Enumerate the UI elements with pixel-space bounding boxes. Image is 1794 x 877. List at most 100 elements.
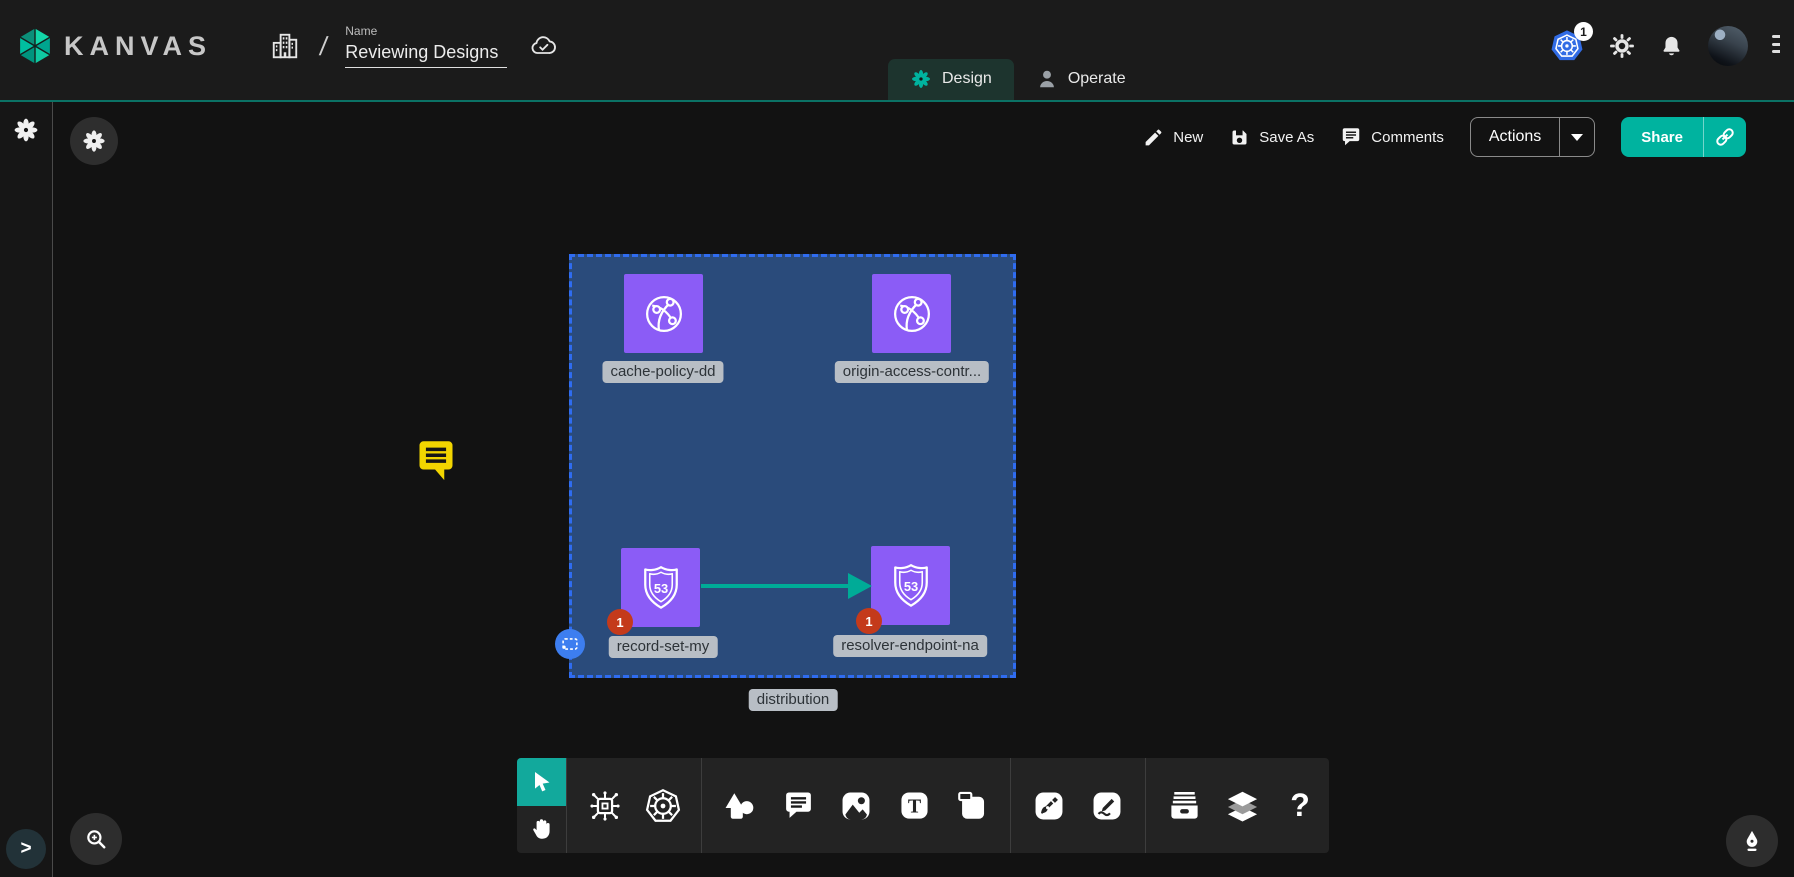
kanvas-logo[interactable]: KANVAS: [14, 25, 212, 67]
meshery-spiral-icon[interactable]: [12, 116, 40, 144]
chevron-right-icon: >: [20, 838, 31, 860]
group-select-handle[interactable]: [555, 629, 585, 659]
shapes-icon: [723, 789, 757, 823]
pen-nib-icon: [1739, 828, 1765, 854]
design-name-field: Name: [345, 24, 507, 68]
layers-icon: [1225, 788, 1260, 823]
design-name-label: Name: [345, 24, 507, 38]
comments-button-label: Comments: [1371, 129, 1444, 146]
new-button[interactable]: New: [1143, 127, 1203, 148]
notifications-bell-icon[interactable]: [1659, 34, 1684, 59]
left-sidebar: >: [0, 102, 53, 877]
operate-tab-icon: [1036, 68, 1058, 90]
kubernetes-wheel-icon: [645, 788, 681, 824]
node-badge-record-set[interactable]: 1: [607, 609, 633, 635]
components-palette-button[interactable]: [70, 117, 118, 165]
edge-arrowhead: [848, 573, 872, 599]
shapes-tool[interactable]: [718, 784, 762, 828]
node-resolver-endpoint[interactable]: [871, 546, 950, 625]
kanvas-logo-icon: [14, 25, 56, 67]
route53-shield-icon: [884, 559, 938, 613]
copy-link-button[interactable]: [1704, 117, 1746, 157]
new-button-label: New: [1173, 129, 1203, 146]
drawer-tool[interactable]: [1162, 784, 1206, 828]
design-tab-label: Design: [942, 70, 992, 88]
node-badge-resolver-endpoint[interactable]: 1: [856, 608, 882, 634]
comment-pin[interactable]: [414, 436, 458, 484]
freehand-tool[interactable]: [1085, 784, 1129, 828]
operate-tab-label: Operate: [1068, 70, 1126, 88]
design-name-input[interactable]: [345, 40, 507, 68]
node-origin-access-control[interactable]: [872, 274, 951, 353]
node-label-origin-access-control[interactable]: origin-access-contr...: [835, 361, 989, 383]
text-icon: T: [898, 789, 931, 822]
floppy-save-icon: [1229, 127, 1250, 148]
pen-path-icon: [1032, 789, 1066, 823]
settings-gear-icon[interactable]: [1609, 33, 1635, 59]
freehand-pencil-icon: [1090, 789, 1124, 823]
group-label-distribution[interactable]: distribution: [749, 689, 838, 711]
question-mark-icon: ?: [1290, 787, 1310, 824]
comment-tool[interactable]: [776, 784, 820, 828]
cloudfront-globe-icon: [885, 287, 939, 341]
save-as-button-label: Save As: [1259, 129, 1314, 146]
node-label-record-set[interactable]: record-set-my: [609, 636, 718, 658]
components-tool[interactable]: [583, 784, 627, 828]
tab-operate[interactable]: Operate: [1014, 59, 1148, 100]
node-label-resolver-endpoint[interactable]: resolver-endpoint-na: [833, 635, 987, 657]
app-header: KANVAS / Name Design Operate: [0, 0, 1794, 102]
comment-icon: [1340, 126, 1362, 148]
help-tool[interactable]: ?: [1278, 784, 1322, 828]
node-record-set[interactable]: [621, 548, 700, 627]
comment-icon: [782, 789, 815, 822]
pan-tool[interactable]: [517, 806, 566, 854]
cursor-arrow-icon: [530, 770, 554, 794]
svg-text:T: T: [907, 796, 920, 818]
share-split-button[interactable]: Share: [1621, 117, 1746, 157]
design-tab-icon: [910, 68, 932, 90]
text-tool[interactable]: T: [892, 784, 936, 828]
selected-group-distribution[interactable]: cache-policy-dd origin-access-contr... r…: [569, 254, 1016, 678]
menu-icon[interactable]: [1772, 35, 1780, 57]
drawer-archive-icon: [1167, 788, 1202, 823]
edge-record-set-to-resolver[interactable]: [701, 584, 851, 588]
actions-button-label[interactable]: Actions: [1471, 118, 1560, 156]
save-as-button[interactable]: Save As: [1229, 127, 1314, 148]
breadcrumb-separator: /: [318, 31, 330, 62]
pen-tool[interactable]: [1027, 784, 1071, 828]
node-cache-policy[interactable]: [624, 274, 703, 353]
note-icon: [955, 789, 989, 823]
pencil-icon: [1143, 127, 1164, 148]
tool-dock: T: [517, 758, 1329, 853]
organization-icon[interactable]: [270, 31, 300, 61]
cloudfront-globe-icon: [637, 287, 691, 341]
caret-down-icon: [1571, 134, 1583, 141]
marquee-icon: [559, 633, 581, 655]
chip-icon: [588, 789, 622, 823]
layers-tool[interactable]: [1220, 784, 1264, 828]
kubernetes-context-badge: 1: [1574, 22, 1593, 41]
kubernetes-context-button[interactable]: 1: [1549, 29, 1585, 63]
magnifier-plus-icon: [83, 826, 109, 852]
user-avatar[interactable]: [1708, 26, 1748, 66]
kubernetes-tool[interactable]: [641, 784, 685, 828]
hand-icon: [529, 816, 555, 842]
kanvas-logo-text: KANVAS: [64, 31, 212, 62]
annotate-pen-button[interactable]: [1726, 815, 1778, 867]
select-tool[interactable]: [517, 758, 566, 806]
image-tool[interactable]: [834, 784, 878, 828]
comments-button[interactable]: Comments: [1340, 126, 1444, 148]
image-icon: [839, 789, 873, 823]
note-tool[interactable]: [950, 784, 994, 828]
zoom-button[interactable]: [70, 813, 122, 865]
design-canvas[interactable]: New Save As Comments Actions Share: [53, 102, 1794, 877]
cloud-save-status-icon: [529, 32, 557, 60]
share-button-label[interactable]: Share: [1621, 117, 1704, 157]
node-label-cache-policy[interactable]: cache-policy-dd: [602, 361, 723, 383]
tab-design[interactable]: Design: [888, 59, 1014, 100]
actions-split-button[interactable]: Actions: [1470, 117, 1595, 157]
actions-dropdown-toggle[interactable]: [1560, 118, 1594, 156]
canvas-actions-toolbar: New Save As Comments Actions Share: [1143, 115, 1746, 159]
mode-tabs: Design Operate: [888, 59, 1148, 100]
sidebar-expand-button[interactable]: >: [6, 829, 46, 869]
